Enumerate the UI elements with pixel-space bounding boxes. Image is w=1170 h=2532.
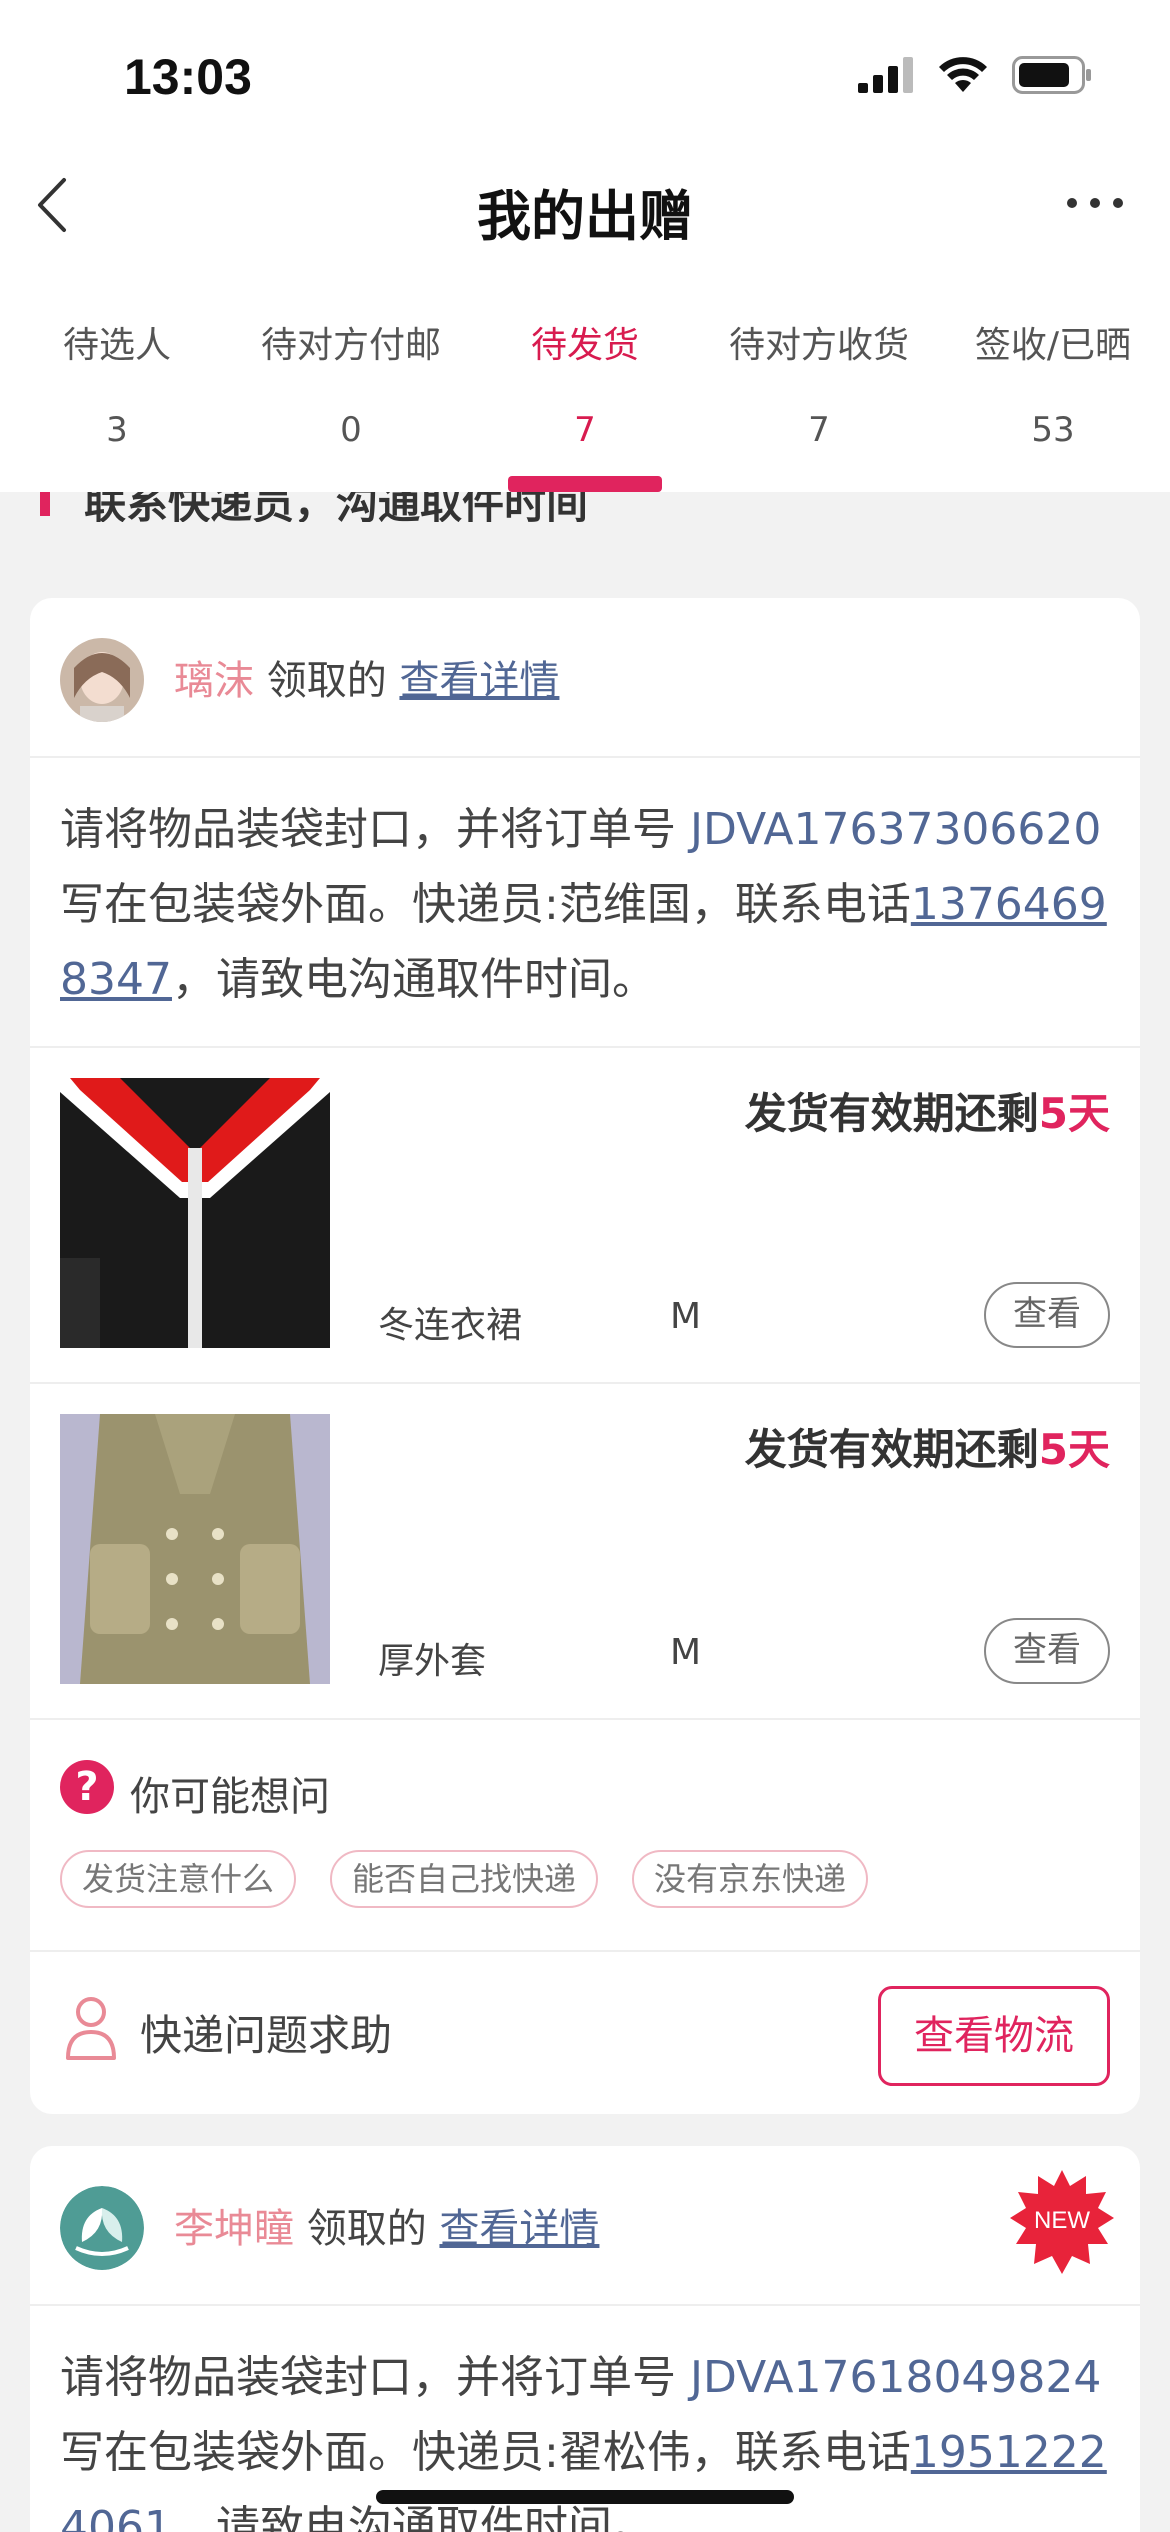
- view-detail-link[interactable]: 查看详情: [439, 2206, 599, 2252]
- signal-icon: [858, 57, 913, 93]
- home-indicator[interactable]: [376, 2490, 794, 2504]
- status-time: 13:03: [124, 49, 252, 105]
- claimed-label: 领取的: [254, 658, 400, 704]
- item-name: 冬连衣裙: [378, 1305, 523, 1346]
- tab-label: 待对方收货: [728, 325, 909, 366]
- tab-received[interactable]: 签收/已晒 53: [936, 316, 1170, 492]
- tab-count: 53: [1031, 410, 1075, 450]
- order-card: 璃沫 领取的 查看详情 请将物品装袋封口，并将订单号 JDVA176373066…: [30, 598, 1140, 2114]
- tab-count: 7: [574, 410, 596, 450]
- deadline-days: 5天: [1038, 1425, 1110, 1474]
- claimer-name[interactable]: 璃沫: [174, 658, 254, 704]
- ship-deadline: 发货有效期还剩5天: [745, 1416, 1110, 1477]
- gift-item: 发货有效期还剩5天 厚外套 M 查看: [30, 1384, 1140, 1720]
- section-header-text: 联系快递员，沟通取件时间: [84, 492, 589, 522]
- tab-label: 待对方付邮: [260, 325, 441, 366]
- faq-section: ? 你可能想问 发货注意什么 能否自己找快递 没有京东快递: [30, 1720, 1140, 1952]
- coat-image: [60, 1414, 330, 1684]
- dress-image: [60, 1078, 330, 1348]
- tab-count: 7: [808, 410, 830, 450]
- deadline-label: 发货有效期还剩: [744, 1089, 1039, 1138]
- avatar[interactable]: [60, 2186, 144, 2270]
- avatar[interactable]: [60, 638, 144, 722]
- battery-icon: [1012, 56, 1091, 94]
- deadline-days: 5天: [1038, 1089, 1110, 1138]
- item-size: M: [670, 1296, 702, 1337]
- faq-title: 你可能想问: [130, 1774, 330, 1820]
- help-row: 快递问题求助 查看物流: [30, 1952, 1140, 2112]
- gift-item: 发货有效期还剩5天 冬连衣裙 M 查看: [30, 1048, 1140, 1384]
- instruction-text: 写在包装袋外面。快递员:范维国，联系电话: [60, 879, 911, 930]
- item-photo[interactable]: [60, 1078, 330, 1348]
- wifi-icon: [939, 57, 987, 92]
- claimer-info: 璃沫 领取的 查看详情: [174, 648, 559, 706]
- claimer-info: 李坤瞳 领取的 查看详情: [174, 2196, 599, 2254]
- tab-pending-receive[interactable]: 待对方收货 7: [702, 316, 936, 492]
- order-number: JDVA17637306620: [690, 804, 1102, 855]
- tab-pending-select[interactable]: 待选人 3: [0, 316, 234, 492]
- avatar-image: [60, 2186, 144, 2270]
- instruction-text: 请将物品装袋封口，并将订单号: [60, 2352, 690, 2403]
- section-header-peek: 联系快递员，沟通取件时间: [40, 492, 1140, 522]
- status-icons: [858, 56, 1092, 94]
- tab-count: 3: [106, 410, 128, 450]
- tab-pending-postage[interactable]: 待对方付邮 0: [234, 316, 468, 492]
- view-item-button[interactable]: 查看: [984, 1618, 1110, 1684]
- question-icon: ?: [60, 1760, 114, 1814]
- faq-chip[interactable]: 能否自己找快递: [330, 1850, 599, 1908]
- tab-label: 待发货: [530, 325, 639, 366]
- navbar: 我的出赠: [0, 150, 1170, 260]
- instruction-text: ，请致电沟通取件时间。: [171, 2502, 656, 2532]
- avatar-image: [60, 638, 144, 722]
- card-header: 李坤瞳 领取的 查看详情 NEW: [30, 2146, 1140, 2306]
- claimed-label: 领取的: [294, 2206, 440, 2252]
- instruction-text: 写在包装袋外面。快递员:翟松伟，联系电话: [60, 2427, 911, 2478]
- view-logistics-button[interactable]: 查看物流: [878, 1986, 1110, 2086]
- instruction-text: ，请致电沟通取件时间。: [171, 954, 656, 1005]
- person-icon: [66, 1997, 116, 2060]
- claimer-name[interactable]: 李坤瞳: [174, 2206, 294, 2252]
- item-size: M: [670, 1632, 702, 1673]
- courier-help-link[interactable]: 快递问题求助: [140, 2002, 392, 2063]
- active-tab-indicator: [508, 476, 662, 492]
- tab-count: 0: [340, 410, 362, 450]
- status-tabs: 待选人 3 待对方付邮 0 待发货 7 待对方收货 7 签收/已晒 53: [0, 316, 1170, 492]
- tab-label: 待选人: [62, 325, 171, 366]
- new-badge: NEW: [1010, 2170, 1114, 2274]
- new-badge-text: NEW: [1034, 2207, 1090, 2234]
- faq-chip[interactable]: 发货注意什么: [60, 1850, 297, 1908]
- view-item-button[interactable]: 查看: [984, 1282, 1110, 1348]
- faq-chips: 发货注意什么 能否自己找快递 没有京东快递: [60, 1850, 869, 1908]
- order-number: JDVA17618049824: [690, 2352, 1102, 2403]
- tab-pending-ship[interactable]: 待发货 7: [468, 316, 702, 492]
- page-title: 我的出赠: [477, 185, 693, 248]
- item-name: 厚外套: [378, 1641, 487, 1682]
- shipping-instructions: 请将物品装袋封口，并将订单号 JDVA17637306620 写在包装袋外面。快…: [30, 758, 1140, 1048]
- card-header: 璃沫 领取的 查看详情: [30, 598, 1140, 758]
- tab-label: 签收/已晒: [974, 325, 1132, 366]
- instruction-text: 请将物品装袋封口，并将订单号: [60, 804, 690, 855]
- item-photo[interactable]: [60, 1414, 330, 1684]
- deadline-label: 发货有效期还剩: [744, 1425, 1039, 1474]
- view-detail-link[interactable]: 查看详情: [399, 658, 559, 704]
- order-card: 李坤瞳 领取的 查看详情 NEW 请将物品装袋封口，并将订单号 JDVA1761…: [30, 2146, 1140, 2532]
- faq-chip[interactable]: 没有京东快递: [632, 1850, 869, 1908]
- section-marker: [40, 492, 50, 516]
- more-icon[interactable]: [1060, 178, 1130, 228]
- header-area: 13:03 我的出赠 待选人 3 待对方付邮 0 待发货 7 待对方收货 7 签…: [0, 0, 1170, 492]
- ship-deadline: 发货有效期还剩5天: [745, 1080, 1110, 1141]
